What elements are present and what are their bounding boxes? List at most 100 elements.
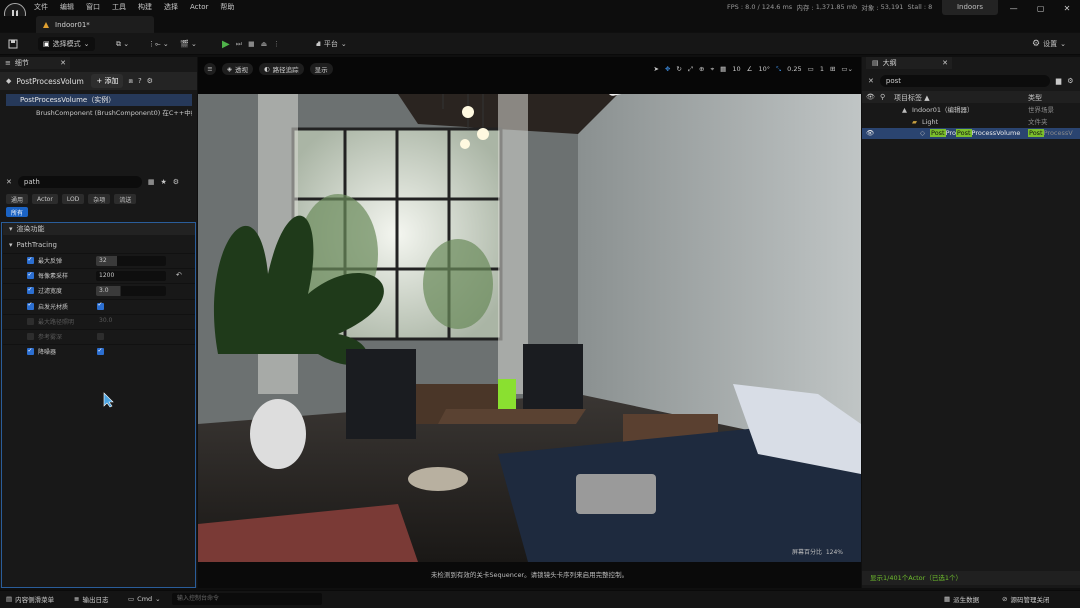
rotation-snap-icon[interactable]: ∠: [747, 65, 753, 73]
category-header[interactable]: ▾ 渲染功能: [3, 223, 195, 235]
grid-snap-value[interactable]: 10: [732, 65, 740, 73]
override-checkbox[interactable]: [27, 347, 34, 356]
level-tab[interactable]: Indoor01*: [36, 16, 154, 33]
menu-build[interactable]: 构建: [138, 1, 152, 14]
scale-snap-icon[interactable]: ⤡: [776, 65, 781, 74]
gear-icon[interactable]: ⚙: [173, 178, 179, 186]
property-value-field[interactable]: 32: [96, 256, 166, 266]
layout-icon[interactable]: ⊞: [830, 65, 835, 73]
type-column-header[interactable]: 类型: [1028, 93, 1042, 103]
subcategory-header[interactable]: ▾ PathTracing: [3, 239, 195, 250]
clear-search-icon[interactable]: ✕: [868, 77, 874, 85]
override-checkbox[interactable]: [27, 271, 34, 280]
rotate-icon[interactable]: ↻: [676, 65, 681, 73]
stop-icon[interactable]: ■: [248, 40, 255, 48]
platforms-dropdown[interactable]: ⛘ 平台 ⌄: [316, 37, 347, 51]
property-value-checkbox[interactable]: [97, 333, 104, 340]
add-component-button[interactable]: + 添加: [91, 74, 124, 88]
level-viewport[interactable]: [198, 57, 861, 588]
menu-file[interactable]: 文件: [34, 1, 48, 14]
component-row-root[interactable]: PostProcessVolume（实例）: [6, 94, 192, 106]
grid-view-icon[interactable]: ▦: [148, 178, 155, 186]
close-icon[interactable]: ✕: [942, 59, 948, 67]
options-icon[interactable]: ⚙: [147, 77, 153, 85]
menu-window[interactable]: 窗口: [86, 1, 100, 14]
content-drawer-button[interactable]: ▤ 内容侧滑菜单: [6, 593, 54, 605]
minimize-icon[interactable]: —: [1010, 4, 1018, 13]
filter-chip[interactable]: 杂项: [88, 194, 111, 204]
play-icon[interactable]: ▶: [222, 39, 230, 50]
folder-add-icon[interactable]: ▆: [1056, 77, 1061, 85]
step-icon[interactable]: ⏭: [236, 40, 242, 49]
filter-chip[interactable]: 通用: [6, 194, 29, 204]
outliner-row[interactable]: 👁 ◇ PostProPostProcessVolume PostProcessV: [862, 128, 1080, 139]
details-tab[interactable]: ≡ 细节 ✕: [0, 57, 70, 69]
filter-chip[interactable]: Actor: [32, 194, 58, 204]
grid-snap-icon[interactable]: ▦: [720, 65, 726, 73]
add-content-button[interactable]: ⧉ ⌄: [116, 37, 129, 51]
derived-data-button[interactable]: ▦ 派生数据: [944, 593, 979, 605]
mode-dropdown[interactable]: ▣ 选择模式 ⌄: [38, 37, 95, 51]
eject-icon[interactable]: ⏏: [261, 40, 268, 48]
property-value-checkbox[interactable]: [97, 347, 104, 356]
save-button[interactable]: [8, 37, 18, 51]
maximize-icon[interactable]: ▢: [1037, 4, 1045, 13]
filter-chip[interactable]: LOD: [61, 194, 85, 204]
camera-speed-icon[interactable]: ▭: [808, 65, 814, 73]
rotation-snap-value[interactable]: 10°: [758, 65, 770, 73]
outliner-tab[interactable]: ▤ 大纲 ✕: [866, 57, 952, 69]
select-icon[interactable]: ➤: [653, 65, 658, 73]
source-control-button[interactable]: ⊘ 源码管理关闭: [1002, 593, 1049, 605]
world-icon[interactable]: ⊕: [699, 65, 704, 73]
visibility-column-icon[interactable]: 👁: [866, 93, 875, 101]
reset-to-default-icon[interactable]: ↶: [176, 271, 182, 279]
component-row-brush[interactable]: BrushComponent (BrushComponent0) 在C++中编辑: [6, 107, 192, 119]
camera-speed-value[interactable]: 1: [820, 65, 824, 73]
close-icon[interactable]: ✕: [60, 59, 66, 67]
outliner-row[interactable]: ▰ Light 文件夹: [862, 117, 1080, 128]
filter-chip[interactable]: 流送: [114, 194, 137, 204]
cinematics-button[interactable]: 🎬 ⌄: [180, 37, 197, 51]
blueprint-convert-icon[interactable]: ⧈: [128, 77, 132, 86]
label-column-header[interactable]: 项目标签 ▲: [894, 93, 930, 103]
menu-help[interactable]: 帮助: [220, 1, 234, 14]
property-value-field[interactable]: 1200: [96, 271, 166, 282]
menu-tools[interactable]: 工具: [112, 1, 126, 14]
override-checkbox[interactable]: [27, 286, 34, 295]
property-value-checkbox[interactable]: [97, 301, 104, 310]
menu-actor[interactable]: Actor: [190, 1, 208, 14]
menu-select[interactable]: 选择: [164, 1, 178, 14]
output-log-button[interactable]: ≣ 输出日志: [74, 593, 108, 605]
close-icon[interactable]: ✕: [1064, 4, 1071, 13]
translate-icon[interactable]: ✥: [665, 65, 670, 73]
view-mode-button[interactable]: ◐ 路径追踪: [259, 63, 304, 75]
scale-icon[interactable]: ⤢: [688, 65, 693, 74]
menu-edit[interactable]: 编辑: [60, 1, 74, 14]
details-search-input[interactable]: path: [17, 176, 142, 188]
clear-search-icon[interactable]: ✕: [6, 178, 12, 186]
surface-snap-icon[interactable]: ⌖: [711, 65, 715, 74]
cmd-dropdown[interactable]: ▭ Cmd ⌄: [128, 593, 161, 605]
outliner-row[interactable]: ▲ Indoor01（编辑器） 世界场景: [862, 105, 1080, 116]
override-checkbox[interactable]: [27, 256, 34, 264]
blueprint-button[interactable]: ⋮⟜ ⌄: [148, 37, 169, 51]
gear-icon[interactable]: ⚙: [1067, 77, 1073, 85]
actor-name-field[interactable]: PostProcessVolum: [16, 77, 86, 86]
perspective-button[interactable]: ◈ 透视: [222, 63, 253, 75]
show-button[interactable]: 显示: [309, 63, 333, 75]
filter-all[interactable]: 所有: [6, 207, 29, 217]
maximize-viewport-icon[interactable]: ▭⌄: [841, 65, 853, 73]
override-checkbox[interactable]: [27, 333, 34, 340]
visibility-icon[interactable]: 👁: [866, 128, 874, 139]
override-checkbox[interactable]: [27, 301, 34, 310]
override-checkbox[interactable]: [27, 317, 34, 325]
outliner-search-input[interactable]: post: [879, 75, 1050, 87]
viewport-menu-button[interactable]: ≡: [204, 63, 216, 75]
console-command-input[interactable]: 输入控制台命令: [172, 593, 322, 605]
pin-column-icon[interactable]: ⚲: [880, 93, 885, 101]
help-icon[interactable]: ?: [138, 77, 142, 85]
scale-snap-value[interactable]: 0.25: [787, 65, 801, 73]
star-icon[interactable]: ★: [161, 178, 167, 186]
settings-button[interactable]: ⚙ 设置 ⌄: [1032, 37, 1066, 51]
property-value-field[interactable]: 3.0: [96, 286, 166, 297]
